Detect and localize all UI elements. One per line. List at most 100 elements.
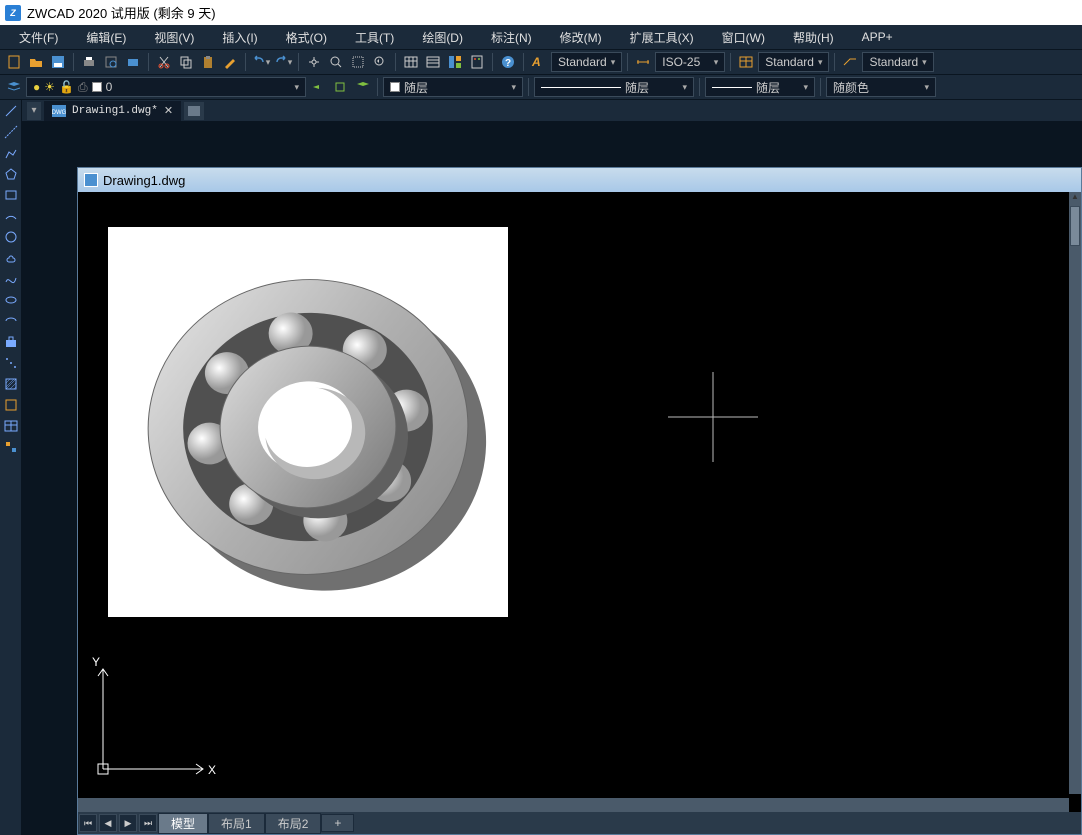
cut-button[interactable] bbox=[154, 52, 174, 72]
dropdown-icon: ▾ bbox=[511, 82, 516, 93]
menu-dimension[interactable]: 标注(N) bbox=[477, 26, 546, 49]
menu-help[interactable]: 帮助(H) bbox=[779, 26, 848, 49]
app-logo-icon: Z bbox=[5, 5, 21, 21]
lineweight-combo[interactable]: 随层 ▾ bbox=[705, 77, 815, 97]
hatch-tool[interactable] bbox=[2, 375, 20, 393]
nav-next-button[interactable]: ▶ bbox=[119, 814, 137, 832]
spline-tool[interactable] bbox=[2, 270, 20, 288]
menu-window[interactable]: 窗口(W) bbox=[708, 26, 779, 49]
doc-window-titlebar[interactable]: Drawing1.dwg bbox=[78, 168, 1081, 192]
dim-style-icon[interactable] bbox=[633, 52, 653, 72]
layer-combo[interactable]: ● ☀ 🔓 ⎙ 0 ▾ bbox=[26, 77, 306, 97]
block-tool[interactable] bbox=[2, 333, 20, 351]
print-preview-button[interactable] bbox=[101, 52, 121, 72]
copy-button[interactable] bbox=[176, 52, 196, 72]
layer-prev-button[interactable] bbox=[308, 77, 328, 97]
text-style-combo[interactable]: Standard ▾ bbox=[551, 52, 622, 72]
tab-model[interactable]: 模型 bbox=[158, 813, 208, 834]
dim-style-combo[interactable]: ISO-25 ▾ bbox=[655, 52, 725, 72]
tab-layout1[interactable]: 布局1 bbox=[208, 813, 265, 834]
rectangle-tool[interactable] bbox=[2, 186, 20, 204]
table-style-combo[interactable]: Standard ▾ bbox=[758, 52, 829, 72]
ellipse-arc-tool[interactable] bbox=[2, 312, 20, 330]
crosshair-cursor bbox=[668, 372, 758, 462]
menu-express[interactable]: 扩展工具(X) bbox=[616, 26, 708, 49]
color-combo[interactable]: 随层 ▾ bbox=[383, 77, 523, 97]
layout-tabs-bar: ⏮ ◀ ▶ ⏭ 模型 布局1 布局2 + bbox=[78, 812, 1081, 834]
menu-modify[interactable]: 修改(M) bbox=[546, 26, 616, 49]
linetype-combo[interactable]: 随层 ▾ bbox=[534, 77, 694, 97]
new-file-button[interactable] bbox=[4, 52, 24, 72]
menu-view[interactable]: 视图(V) bbox=[140, 26, 208, 49]
nav-last-button[interactable]: ⏭ bbox=[139, 814, 157, 832]
revcloud-tool[interactable] bbox=[2, 249, 20, 267]
tab-layout2[interactable]: 布局2 bbox=[265, 813, 322, 834]
menu-insert[interactable]: 插入(I) bbox=[208, 26, 271, 49]
zoom-realtime-button[interactable] bbox=[326, 52, 346, 72]
menu-edit[interactable]: 编辑(E) bbox=[72, 26, 140, 49]
dropdown-icon: ▾ bbox=[924, 82, 929, 93]
design-center-button[interactable] bbox=[445, 52, 465, 72]
dropdown-icon: ▾ bbox=[818, 57, 823, 68]
polyline-tool[interactable] bbox=[2, 144, 20, 162]
save-file-button[interactable] bbox=[48, 52, 68, 72]
plotstyle-combo[interactable]: 随颜色 ▾ bbox=[826, 77, 936, 97]
undo-button[interactable]: ▾ bbox=[251, 52, 271, 72]
menu-tools[interactable]: 工具(T) bbox=[341, 26, 408, 49]
nav-prev-button[interactable]: ◀ bbox=[99, 814, 117, 832]
blend-tool[interactable] bbox=[2, 438, 20, 456]
ucs-axis-icon: Y X bbox=[88, 654, 218, 784]
table-tool[interactable] bbox=[2, 417, 20, 435]
vertical-scrollbar[interactable]: ▲ bbox=[1069, 192, 1081, 794]
help-button[interactable]: ? bbox=[498, 52, 518, 72]
menu-file[interactable]: 文件(F) bbox=[5, 26, 72, 49]
menu-app[interactable]: APP+ bbox=[848, 27, 907, 47]
pan-button[interactable] bbox=[304, 52, 324, 72]
table-button[interactable] bbox=[401, 52, 421, 72]
file-tab-active[interactable]: DWG Drawing1.dwg* ✕ bbox=[44, 101, 181, 121]
table-style-icon[interactable] bbox=[736, 52, 756, 72]
menu-draw[interactable]: 绘图(D) bbox=[408, 26, 477, 49]
layer-manager-button[interactable] bbox=[4, 77, 24, 97]
arc-tool[interactable] bbox=[2, 207, 20, 225]
mleader-style-value: Standard bbox=[869, 55, 918, 69]
properties-button[interactable] bbox=[423, 52, 443, 72]
mleader-style-icon[interactable] bbox=[840, 52, 860, 72]
layer-iso-button[interactable] bbox=[330, 77, 350, 97]
line-tool[interactable] bbox=[2, 102, 20, 120]
polygon-tool[interactable] bbox=[2, 165, 20, 183]
plot-button[interactable] bbox=[123, 52, 143, 72]
layer-state-button[interactable] bbox=[352, 77, 372, 97]
zoom-window-button[interactable] bbox=[348, 52, 368, 72]
open-file-button[interactable] bbox=[26, 52, 46, 72]
circle-tool[interactable] bbox=[2, 228, 20, 246]
tabs-collapse-button[interactable]: ▾ bbox=[27, 102, 41, 120]
add-layout-button[interactable]: + bbox=[321, 814, 354, 832]
layer-name: 0 bbox=[106, 80, 113, 94]
tool-palettes-button[interactable] bbox=[467, 52, 487, 72]
dropdown-icon: ▾ bbox=[682, 82, 687, 93]
mleader-style-combo[interactable]: Standard ▾ bbox=[862, 52, 933, 72]
print-button[interactable] bbox=[79, 52, 99, 72]
ellipse-tool[interactable] bbox=[2, 291, 20, 309]
window-title: ZWCAD 2020 试用版 (剩余 9 天) bbox=[27, 3, 216, 22]
scroll-thumb[interactable] bbox=[1070, 206, 1080, 246]
close-tab-button[interactable]: ✕ bbox=[164, 104, 173, 117]
zoom-prev-button[interactable] bbox=[370, 52, 390, 72]
xline-tool[interactable] bbox=[2, 123, 20, 141]
gradient-tool[interactable] bbox=[2, 396, 20, 414]
text-style-value: Standard bbox=[558, 55, 607, 69]
nav-first-button[interactable]: ⏮ bbox=[79, 814, 97, 832]
color-value: 随层 bbox=[404, 79, 428, 96]
point-tool[interactable] bbox=[2, 354, 20, 372]
redo-button[interactable]: ▾ bbox=[273, 52, 293, 72]
layer-color-swatch bbox=[92, 82, 102, 92]
svg-text:?: ? bbox=[505, 58, 511, 69]
paste-button[interactable] bbox=[198, 52, 218, 72]
drawing-canvas[interactable]: Y X bbox=[78, 192, 1069, 794]
text-style-icon[interactable]: A bbox=[529, 52, 549, 72]
new-tab-button[interactable] bbox=[184, 102, 204, 120]
menu-format[interactable]: 格式(O) bbox=[272, 26, 341, 49]
dwg-file-icon bbox=[84, 173, 98, 187]
match-prop-button[interactable] bbox=[220, 52, 240, 72]
